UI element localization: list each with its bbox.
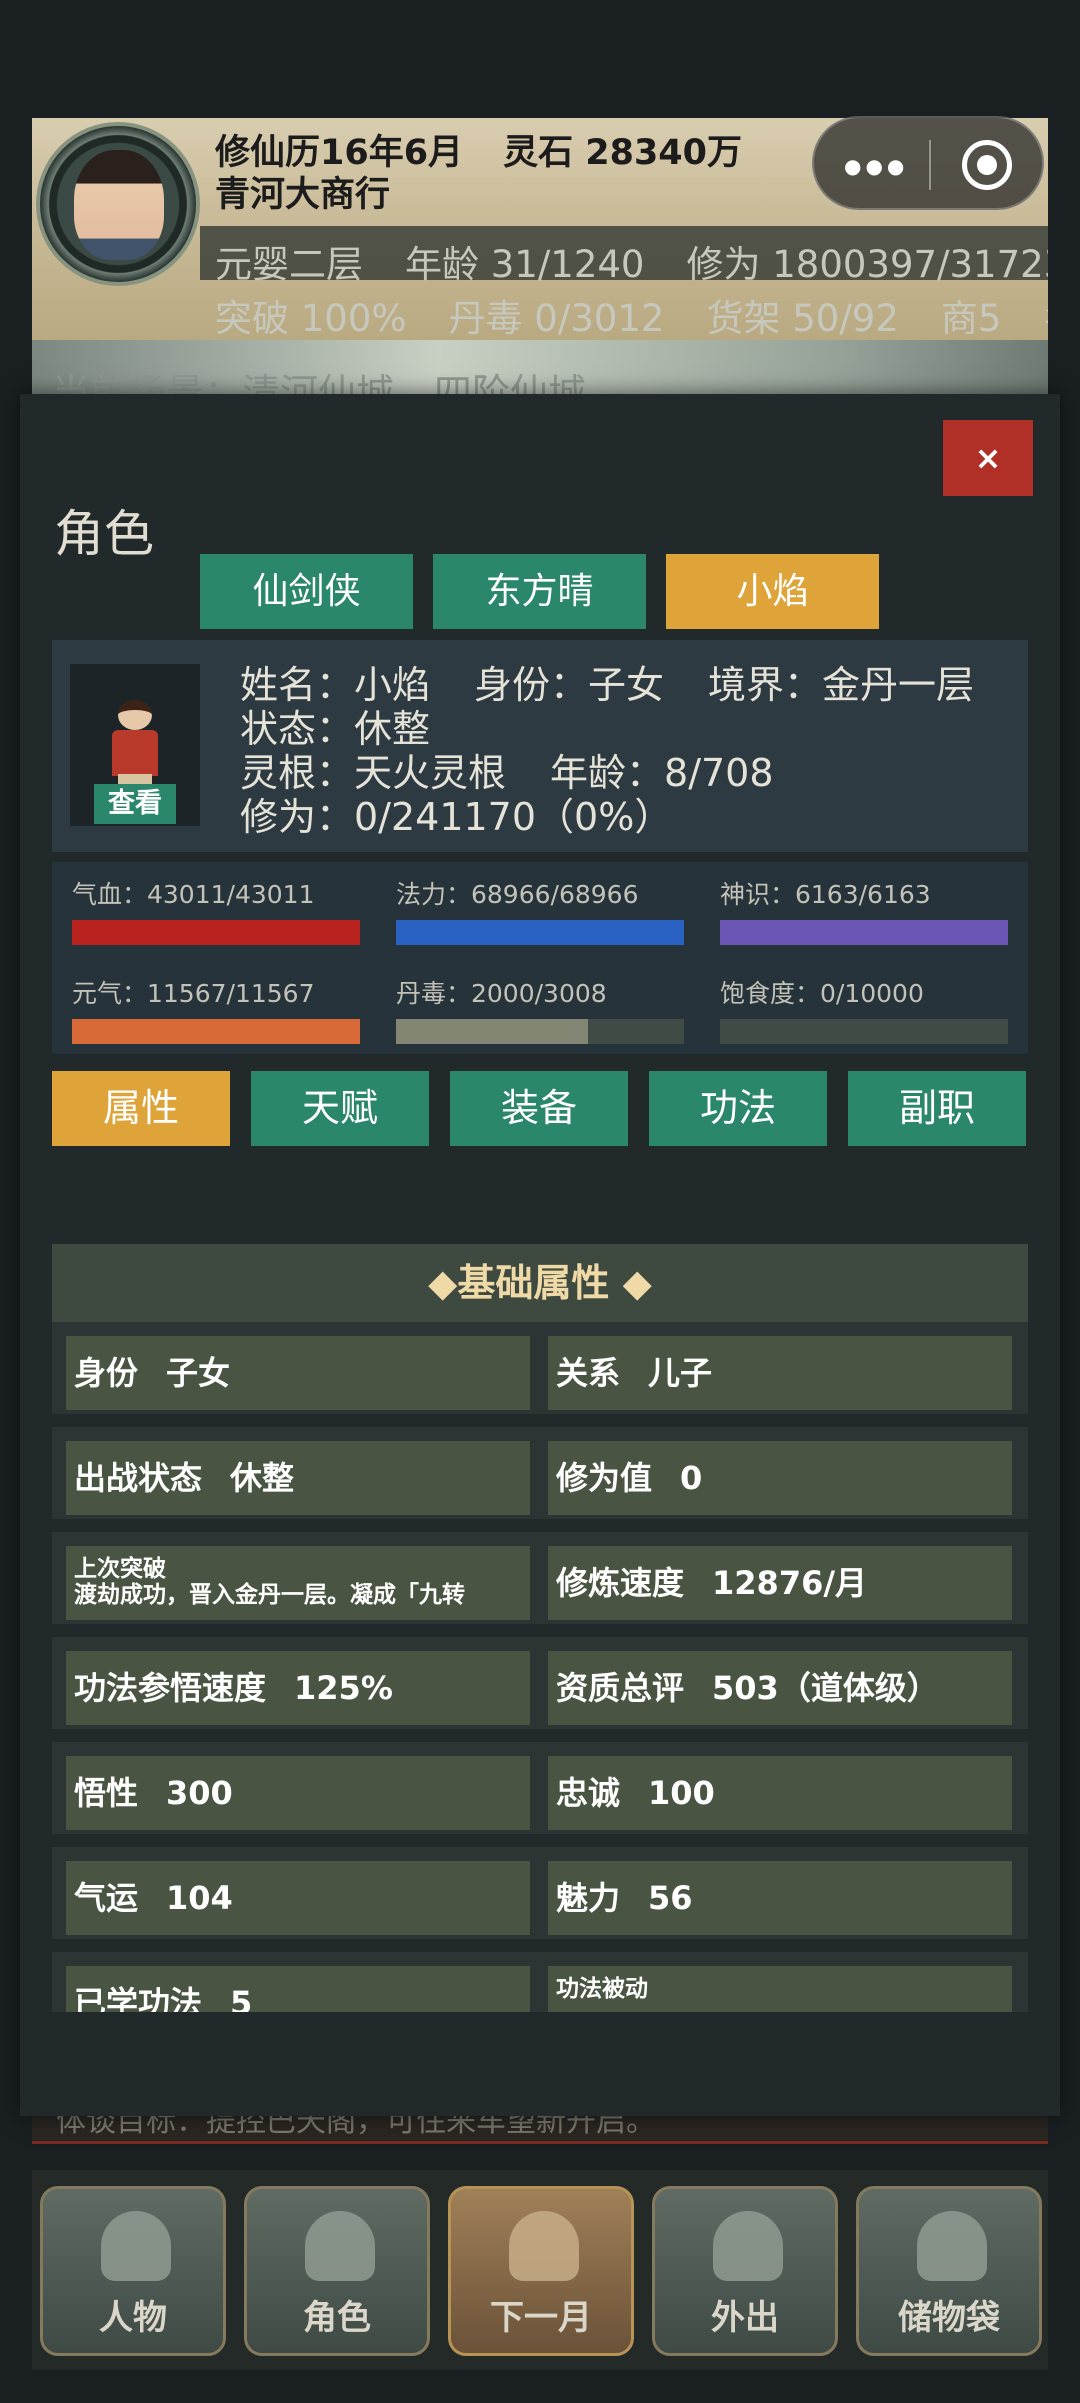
nav-bag-button[interactable]: 储物袋 [856,2186,1042,2356]
vitality-bar [72,1019,360,1044]
attr-relation: 关系 儿子 [548,1336,1012,1410]
character-tab-active[interactable]: 小焰 [666,554,879,629]
attr-identity: 身份 子女 [66,1336,530,1410]
tab-side-job[interactable]: 副职 [848,1071,1026,1146]
poison-label: 丹毒：2000/3008 [396,979,607,1008]
table-row: 出战状态 休整 修为值 0 [52,1427,1028,1519]
nav-label: 储物袋 [898,2298,1000,2338]
attr-learned-techniques: 已学功法 5 [66,1966,530,2012]
spirit-sense-bar [720,920,1008,945]
portrait-body-icon [112,730,158,776]
header-stats-row-2: 突破 100% 丹毒 0/3012 货架 50/92 商5 名望 [215,288,1048,342]
miniprogram-capsule: ●●● [812,116,1044,210]
attr-loyalty: 忠诚 100 [548,1756,1012,1830]
poison-bar [396,1019,684,1044]
info-identity: 身份：子女 [474,663,665,707]
portrait-head-icon [118,700,152,730]
person-icon [101,2211,171,2281]
view-button[interactable]: 查看 [94,784,176,824]
table-row: 身份 子女 关系 儿子 [52,1322,1028,1414]
player-realm: 元婴二层 [215,243,363,286]
poison-bar-fill [396,1019,588,1044]
nav-role-button[interactable]: 角色 [244,2186,430,2356]
vitality-label: 元气：11567/11567 [72,979,315,1008]
header-stats-row-1: 元婴二层年龄 31/1240 修为 1800397/3172328 [215,234,1048,288]
close-miniprogram-icon[interactable] [962,140,1012,190]
nav-person-button[interactable]: 人物 [40,2186,226,2356]
player-fame: 名望 [1043,297,1048,340]
character-tab[interactable]: 东方晴 [433,554,646,629]
shop-name: 青河大商行 [215,175,391,215]
attr-cultivation-value: 修为值 0 [548,1441,1012,1515]
info-cultivation: 修为：0/241170（0%） [240,795,673,839]
hp-bar-fill [72,920,360,945]
satiety-label: 饱食度：0/10000 [720,979,924,1008]
attr-comprehension: 悟性 300 [66,1756,530,1830]
mana-label: 法力：68966/68966 [396,880,639,909]
more-icon[interactable]: ●●● [844,154,908,178]
player-poison: 丹毒 0/3012 [448,297,665,340]
player-avatar[interactable] [36,122,200,286]
flag-icon [509,2211,579,2281]
nav-label: 下一月 [490,2298,592,2338]
table-row: 上次突破 渡劫成功，晋入金丹一层。凝成「九转 修炼速度 12876/月 [52,1532,1028,1624]
attr-luck: 气运 104 [66,1861,530,1935]
table-row: 已学功法 5 功法被动 [52,1952,1028,2012]
attr-aptitude: 资质总评 503（道体级） [548,1651,1012,1725]
table-row: 悟性 300 忠诚 100 [52,1742,1028,1834]
player-shelf: 货架 50/92 [706,297,899,340]
tab-equipment[interactable]: 装备 [450,1071,628,1146]
player-age: 年龄 31/1240 [405,243,645,286]
attributes-list[interactable]: 身份 子女 关系 儿子 出战状态 休整 修为值 0 上次突破 渡劫成功，晋入金丹一层。凝成… [52,1322,1028,2012]
hp-bar [72,920,360,945]
spirit-stones: 灵石 28340万 [503,133,743,173]
nav-label: 人物 [99,2298,167,2338]
table-row: 气运 104 魅力 56 [52,1847,1028,1939]
nav-next-month-button[interactable]: 下一月 [448,2186,634,2356]
nav-label: 外出 [711,2298,779,2338]
nav-travel-button[interactable]: 外出 [652,2186,838,2356]
player-cultivation: 修为 1800397/3172328 [686,243,1048,286]
avatar-portrait-icon [74,150,164,260]
spirit-sense-bar-fill [720,920,1008,945]
capsule-divider [929,140,931,190]
table-row: 功法参悟速度 125% 资质总评 503（道体级） [52,1637,1028,1729]
attr-training-speed: 修炼速度 12876/月 [548,1546,1012,1620]
attributes-header: ◆基础属性 ◆ [52,1244,1028,1322]
bag-icon [917,2211,987,2281]
player-breakthrough: 突破 100% [215,297,407,340]
tab-attributes[interactable]: 属性 [52,1071,230,1146]
attr-insight-speed: 功法参悟速度 125% [66,1651,530,1725]
tab-talents[interactable]: 天赋 [251,1071,429,1146]
tab-techniques[interactable]: 功法 [649,1071,827,1146]
player-merchant: 商5 [940,297,1002,340]
modal-title: 角色 [54,505,154,563]
attr-charm: 魅力 56 [548,1861,1012,1935]
close-button[interactable]: × [943,420,1033,496]
attr-passive-techniques: 功法被动 [548,1966,1012,2012]
attr-battle-status: 出战状态 休整 [66,1441,530,1515]
character-tab[interactable]: 仙剑侠 [200,554,413,629]
mana-bar-fill [396,920,684,945]
vitality-bar-fill [72,1019,360,1044]
nav-label: 角色 [303,2298,371,2338]
mana-bar [396,920,684,945]
attr-last-breakthrough: 上次突破 渡劫成功，晋入金丹一层。凝成「九转 [66,1546,530,1620]
satiety-bar [720,1019,1008,1044]
travel-icon [713,2211,783,2281]
info-realm: 境界：金丹一层 [708,663,975,707]
role-icon [305,2211,375,2281]
hp-label: 气血：43011/43011 [72,880,315,909]
spirit-sense-label: 神识：6163/6163 [720,880,931,909]
